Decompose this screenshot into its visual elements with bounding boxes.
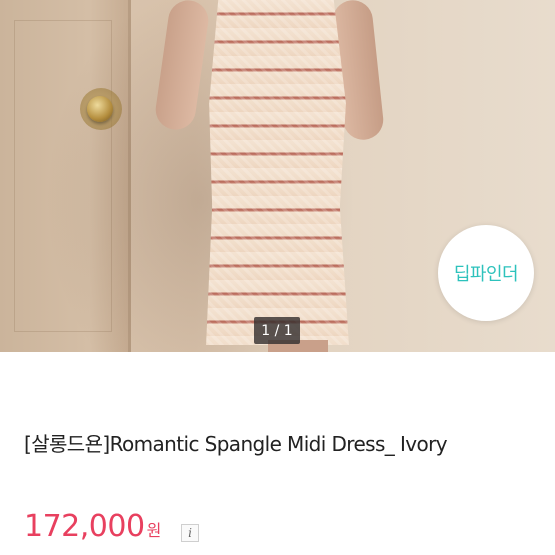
image-counter: 1 / 1 — [254, 317, 300, 344]
price-row: 172,000 원 — [24, 509, 161, 549]
dress-lace-texture — [206, 0, 349, 345]
image-counter-label: 1 / 1 — [261, 322, 293, 339]
product-price: 172,000 — [24, 509, 145, 544]
brand-badge[interactable]: 딥파인더 — [438, 225, 534, 321]
product-image[interactable]: 딥파인더 1 / 1 — [0, 0, 555, 352]
brand-badge-label: 딥파인더 — [453, 264, 519, 285]
price-currency: 원 — [146, 521, 162, 540]
product-title: [살롱드욘]Romantic Spangle Midi Dress_ Ivory — [24, 432, 448, 456]
info-icon[interactable]: i — [181, 524, 199, 542]
